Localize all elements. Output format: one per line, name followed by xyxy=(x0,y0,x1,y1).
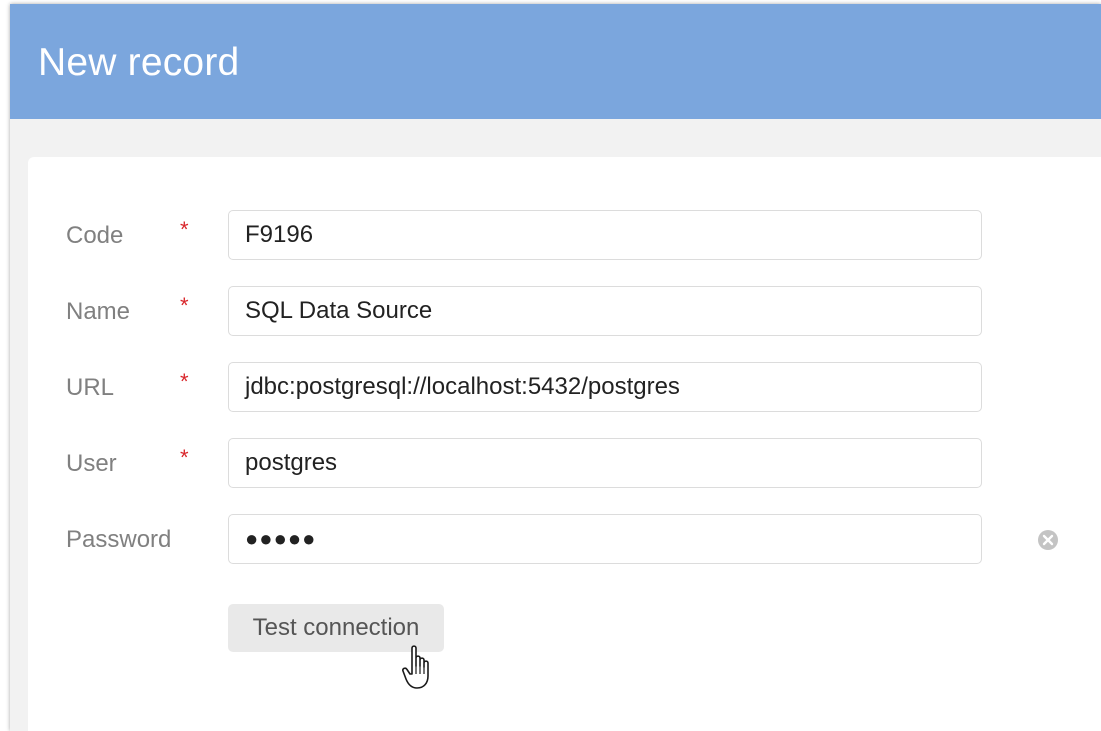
password-row: Password ●●●●● xyxy=(28,514,1101,566)
user-field[interactable]: postgres xyxy=(228,438,982,488)
form-panel: Code * F9196 Name * SQL Data Source URL … xyxy=(28,157,1101,731)
dialog-header: New record xyxy=(10,4,1101,119)
code-field[interactable]: F9196 xyxy=(228,210,982,260)
password-label: Password xyxy=(66,526,172,553)
hand-pointer-icon xyxy=(402,645,429,689)
user-label: User xyxy=(66,450,117,477)
url-required-marker: * xyxy=(180,369,189,394)
code-required-marker: * xyxy=(180,217,189,242)
name-label: Name xyxy=(66,298,131,325)
password-field[interactable]: ●●●●● xyxy=(228,514,982,564)
user-required-marker: * xyxy=(180,445,189,470)
url-row: URL * jdbc:postgresql://localhost:5432/p… xyxy=(28,362,1101,414)
code-label: Code xyxy=(66,222,124,249)
name-field[interactable]: SQL Data Source xyxy=(228,286,982,336)
code-row: Code * F9196 xyxy=(28,210,1101,262)
name-required-marker: * xyxy=(180,293,189,318)
clear-circle-icon[interactable] xyxy=(1036,528,1060,552)
url-label: URL xyxy=(66,374,115,401)
url-field[interactable]: jdbc:postgresql://localhost:5432/postgre… xyxy=(228,362,982,412)
dialog-title: New record xyxy=(38,41,240,84)
name-row: Name * SQL Data Source xyxy=(28,286,1101,338)
user-row: User * postgres xyxy=(28,438,1101,490)
new-record-dialog: New record Code * F9196 Name * SQL Data … xyxy=(10,4,1101,731)
